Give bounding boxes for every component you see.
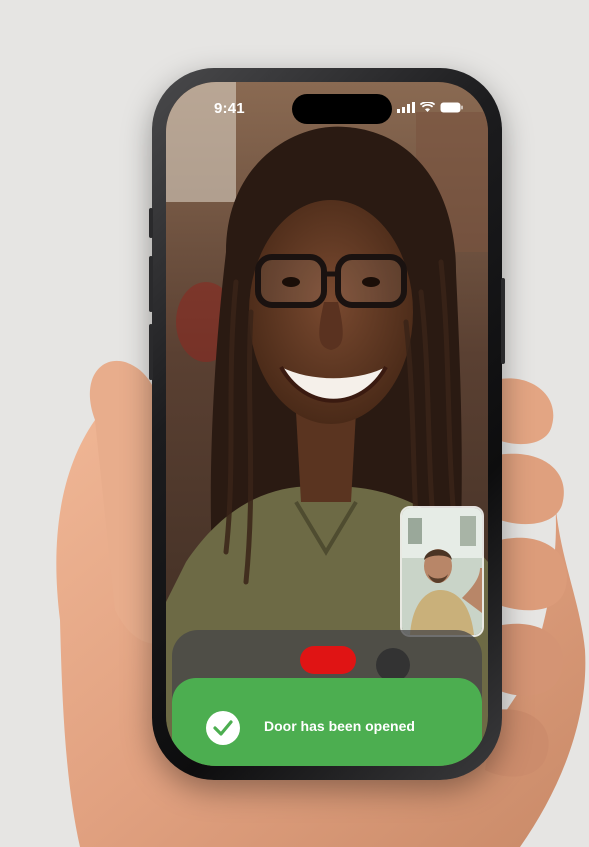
end-call-button[interactable] [300, 646, 356, 674]
toast-message: Door has been opened [264, 718, 415, 734]
wifi-icon [420, 102, 435, 112]
phone: 9:41 Door has been opened [149, 68, 505, 780]
action-button [149, 208, 153, 238]
call-option-button[interactable] [376, 648, 410, 682]
volume-up-button [149, 256, 153, 312]
status-time: 9:41 [214, 100, 245, 117]
phone-screen: 9:41 Door has been opened [166, 82, 488, 766]
checkmark-circle-icon [206, 711, 240, 745]
volume-down-button [149, 324, 153, 380]
door-opened-toast: Door has been opened [172, 678, 482, 766]
power-button [501, 278, 505, 364]
dynamic-island [292, 94, 392, 124]
self-video-feed [402, 508, 482, 635]
self-view-pip[interactable] [400, 506, 484, 637]
battery-icon [440, 102, 463, 113]
signal-icon [397, 102, 415, 113]
checkmark-icon [213, 720, 233, 736]
status-icons [397, 102, 464, 113]
